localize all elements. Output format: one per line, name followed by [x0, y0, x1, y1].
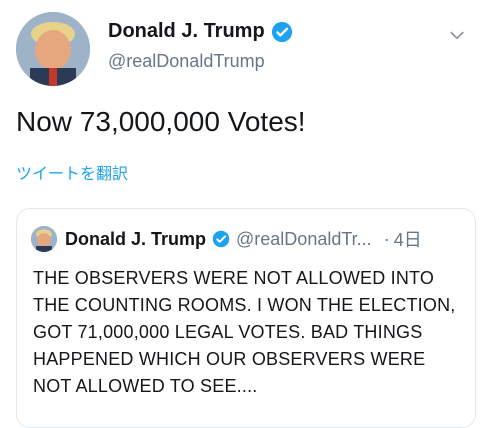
chevron-down-icon[interactable] [446, 24, 468, 46]
verified-badge-icon [271, 21, 293, 43]
author-name-row: Donald J. Trump [108, 20, 293, 43]
quoted-author-name: Donald J. Trump [65, 228, 207, 249]
tweet-text: Now 73,000,000 Votes! [16, 106, 306, 137]
quoted-tweet-header: Donald J. Trump @realDonaldTr... · 4日 [31, 223, 461, 255]
avatar-image [16, 12, 90, 86]
separator-dot: · [383, 228, 390, 249]
author-info: Donald J. Trump @realDonaldTrump [108, 20, 293, 72]
verified-badge-icon [212, 230, 230, 248]
quoted-tweet-text: THE OBSERVERS WERE NOT ALLOWED INTO THE … [33, 268, 456, 396]
author-avatar[interactable] [16, 12, 90, 86]
author-name[interactable]: Donald J. Trump [108, 20, 265, 43]
translate-tweet-link[interactable]: ツイートを翻訳 [16, 160, 128, 184]
tweet-header: Donald J. Trump @realDonaldTrump [16, 12, 468, 92]
author-handle[interactable]: @realDonaldTrump [108, 51, 293, 72]
quoted-author-handle: @realDonaldTr... [236, 228, 372, 249]
quoted-tweet-time: 4日 [393, 230, 422, 250]
quoted-tweet-card[interactable]: Donald J. Trump @realDonaldTr... · 4日 TH… [16, 208, 476, 428]
quoted-author-avatar [31, 226, 57, 252]
